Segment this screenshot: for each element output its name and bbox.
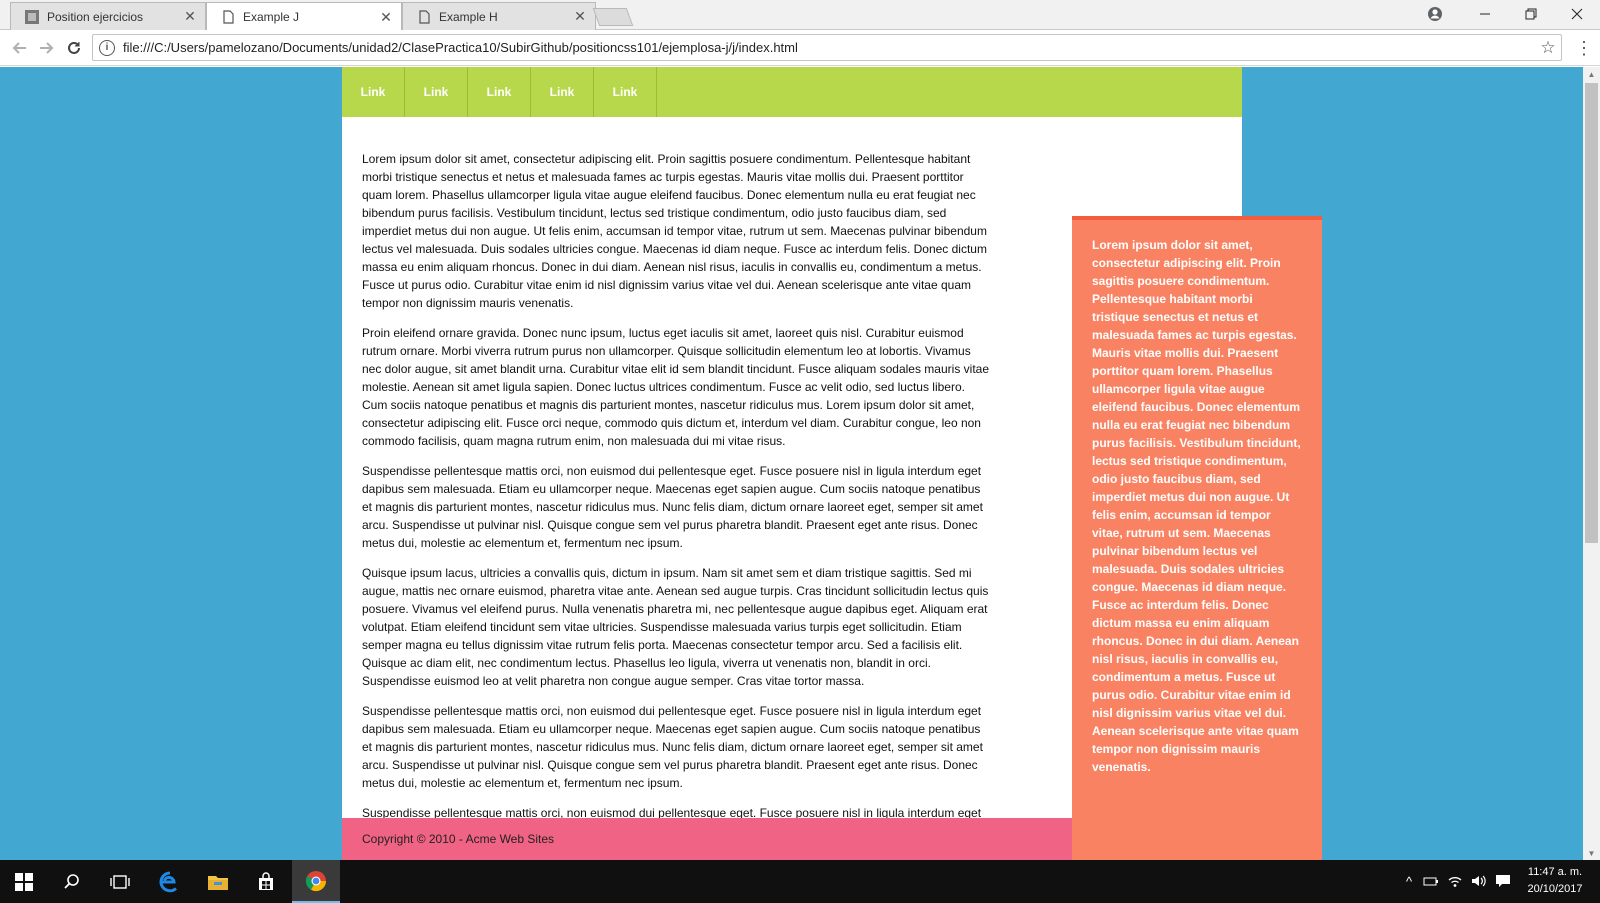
tab-example-j[interactable]: Example J ✕ [206, 2, 402, 31]
chevron-up-icon[interactable]: ^ [1400, 872, 1418, 890]
main-content: Lorem ipsum dolor sit amet, consectetur … [362, 150, 992, 834]
content-paragraph: Lorem ipsum dolor sit amet, consectetur … [362, 152, 987, 310]
scrollbar-thumb[interactable] [1585, 83, 1598, 543]
store-icon[interactable] [242, 860, 290, 903]
copyright-text: Copyright © 2010 - Acme Web Sites [362, 832, 555, 846]
arrow-left-icon [12, 42, 26, 54]
nav-link-3[interactable]: Link [468, 67, 531, 117]
close-tab-icon[interactable]: ✕ [573, 8, 587, 25]
sidebar-box: Lorem ipsum dolor sit amet, consectetur … [1072, 216, 1322, 860]
windows-taskbar: ^ 11:47 a. m. 20/10/2017 [0, 860, 1600, 903]
notifications-icon[interactable] [1494, 872, 1512, 890]
forward-button[interactable] [34, 36, 58, 60]
search-icon[interactable] [48, 860, 96, 903]
close-tab-icon[interactable]: ✕ [183, 8, 197, 25]
close-window-button[interactable] [1554, 0, 1600, 28]
volume-icon[interactable] [1470, 872, 1488, 890]
content-paragraph: Suspendisse pellentesque mattis orci, no… [362, 464, 983, 550]
tab-example-h[interactable]: Example H ✕ [402, 2, 596, 30]
minimize-button[interactable] [1462, 0, 1508, 28]
close-tab-icon[interactable]: ✕ [379, 9, 393, 26]
sidebar-text: Lorem ipsum dolor sit amet, consectetur … [1092, 238, 1301, 774]
reload-icon [68, 41, 80, 54]
task-view-icon[interactable] [96, 860, 144, 903]
tab-label: Example J [243, 10, 300, 24]
back-button[interactable] [8, 36, 32, 60]
new-tab-button[interactable] [592, 8, 634, 26]
info-icon[interactable]: i [99, 39, 115, 56]
content-paragraph: Proin eleifend ornare gravida. Donec nun… [362, 326, 989, 448]
restore-button[interactable] [1508, 0, 1554, 28]
content-paragraph: Suspendisse pellentesque mattis orci, no… [362, 704, 983, 790]
page-thumbnail-icon [25, 9, 39, 24]
kebab-menu-icon[interactable]: ⋮ [1574, 36, 1594, 60]
tab-label: Position ejercicios [47, 9, 144, 24]
file-explorer-icon[interactable] [194, 860, 242, 903]
browser-toolbar: i file:///C:/Users/pamelozano/Documents/… [0, 30, 1600, 66]
content-paragraph: Quisque ipsum lacus, ultricies a convall… [362, 566, 989, 688]
scroll-up-arrow-icon[interactable]: ▲ [1583, 67, 1600, 81]
tab-label: Example H [439, 9, 498, 24]
profile-icon[interactable] [1412, 0, 1458, 28]
clock-time: 11:47 a. m. [1527, 866, 1583, 878]
main-nav: Link Link Link Link Link [342, 67, 1242, 117]
battery-icon[interactable] [1422, 872, 1440, 890]
nav-link-5[interactable]: Link [594, 67, 657, 117]
browser-tab-strip: Position ejercicios ✕ Example J ✕ Exampl… [0, 0, 1600, 31]
tab-position-ejercicios[interactable]: Position ejercicios ✕ [10, 2, 206, 30]
taskbar-clock[interactable]: 11:47 a. m. 20/10/2017 [1520, 864, 1590, 898]
vertical-scrollbar[interactable]: ▲ ▼ [1583, 67, 1600, 860]
windows-start-icon[interactable] [0, 860, 48, 903]
address-bar[interactable]: i file:///C:/Users/pamelozano/Documents/… [92, 34, 1562, 61]
document-icon [419, 9, 430, 24]
nav-link-2[interactable]: Link [405, 67, 468, 117]
document-icon [223, 10, 234, 24]
chrome-icon[interactable] [292, 860, 340, 903]
arrow-right-icon [40, 42, 54, 54]
page-viewport: Link Link Link Link Link Lorem ipsum dol… [0, 67, 1583, 860]
clock-date: 20/10/2017 [1527, 883, 1583, 895]
url-text[interactable]: file:///C:/Users/pamelozano/Documents/un… [123, 40, 1535, 55]
nav-link-4[interactable]: Link [531, 67, 594, 117]
scroll-down-arrow-icon[interactable]: ▼ [1583, 846, 1600, 860]
edge-icon[interactable] [146, 860, 194, 903]
nav-link-1[interactable]: Link [342, 67, 405, 117]
star-icon[interactable]: ☆ [1535, 38, 1561, 58]
reload-button[interactable] [62, 36, 86, 60]
wifi-icon[interactable] [1446, 872, 1464, 890]
